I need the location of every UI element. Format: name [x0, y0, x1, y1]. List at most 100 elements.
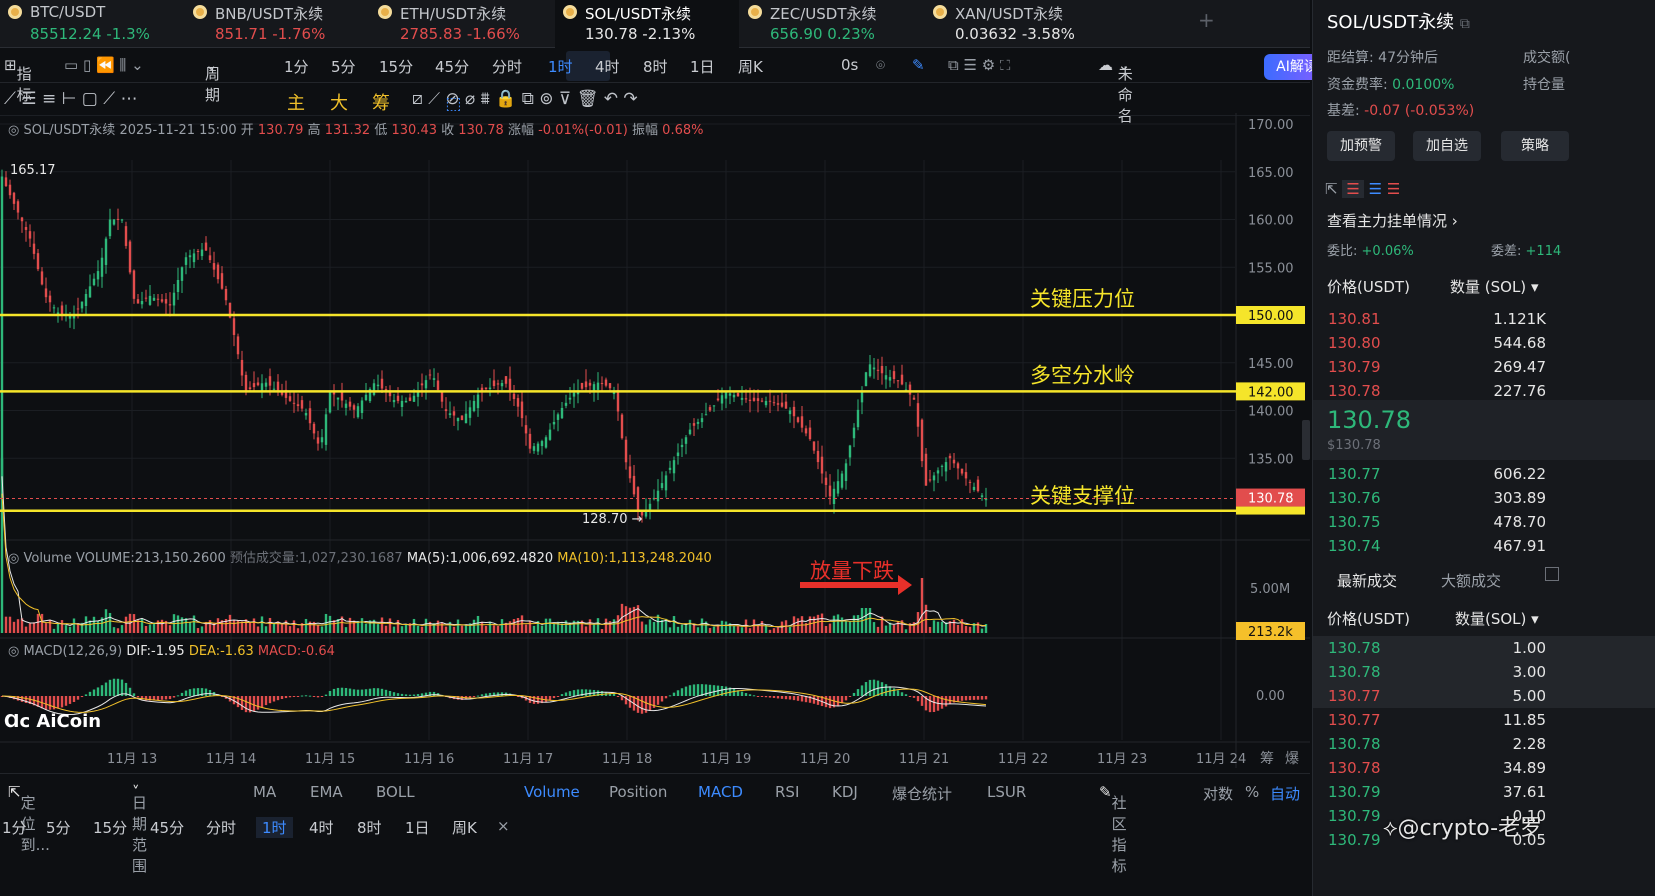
ind-liquidation[interactable]: 爆仓统计: [892, 783, 952, 804]
ind-macd[interactable]: MACD: [698, 783, 743, 801]
indicator-button[interactable]: ⊞ 指标: [4, 56, 32, 104]
ind-volume[interactable]: Volume: [524, 783, 580, 801]
ask-row[interactable]: 130.79 269.47: [1313, 355, 1655, 379]
ind-ma[interactable]: MA: [253, 783, 276, 801]
tab-latest-trades[interactable]: 最新成交: [1337, 570, 1397, 591]
ind-position[interactable]: Position: [609, 783, 667, 801]
interval-week[interactable]: 周K: [738, 56, 763, 77]
scroll-handle[interactable]: [1302, 420, 1310, 460]
bint-1h[interactable]: 1时: [256, 817, 293, 838]
add-tab-button[interactable]: +: [1198, 8, 1215, 32]
candle-body: [176, 279, 180, 293]
price-tick: 155.00: [1248, 261, 1294, 276]
chips-tool[interactable]: 筹: [372, 89, 390, 115]
period-dropdown[interactable]: 周期 ⌄: [205, 56, 220, 104]
ind-boll[interactable]: BOLL: [376, 783, 415, 801]
log-toggle[interactable]: 对数: [1203, 783, 1233, 804]
depth-view-icons[interactable]: ⇱ ☰ ☰ ☰: [1325, 180, 1400, 198]
tab-zec[interactable]: ZEC/USDT永续 656.90 0.23%: [740, 0, 924, 48]
pct-toggle[interactable]: %: [1245, 783, 1259, 801]
community-indicator[interactable]: ✎ 社区指标: [1099, 783, 1127, 875]
bint-timeline[interactable]: 分时: [206, 817, 236, 838]
depth-link[interactable]: 查看主力挂单情况 ›: [1327, 210, 1458, 231]
bint-8h[interactable]: 8时: [357, 817, 382, 838]
macd-histogram-bar: [668, 695, 672, 697]
bid-row[interactable]: 130.77 606.22: [1313, 462, 1655, 486]
bint-1m[interactable]: 1分: [2, 817, 27, 838]
price: 130.79: [1328, 831, 1381, 849]
auto-toggle[interactable]: 自动: [1270, 783, 1300, 804]
ind-lsur[interactable]: LSUR: [987, 783, 1026, 801]
panel-title: SOL/USDT永续 ⧉: [1327, 12, 1470, 33]
bid-row[interactable]: 130.74 467.91: [1313, 534, 1655, 558]
interval-timeline[interactable]: 分时: [492, 56, 522, 77]
tab-xan[interactable]: XAN/USDT永续 0.03632 -3.58%: [925, 0, 1109, 48]
trade-col-qty[interactable]: 数量(SOL) ▾: [1455, 608, 1539, 629]
layout-icon[interactable]: ▭ ▯ ⏪ ⫼ ⌄: [64, 56, 144, 74]
ind-ema[interactable]: EMA: [310, 783, 343, 801]
big-tool[interactable]: 大: [330, 89, 348, 115]
volume-bar: [756, 625, 760, 633]
trade-row[interactable]: 130.78 2.28: [1313, 732, 1655, 756]
trade-checkbox[interactable]: [1545, 567, 1559, 581]
interval-8h[interactable]: 8时: [643, 56, 668, 77]
volume-bar: [320, 626, 324, 633]
locate-button[interactable]: ⇱ 定位到...: [8, 783, 50, 854]
trade-row[interactable]: 130.78 3.00: [1313, 660, 1655, 684]
trade-row[interactable]: 130.79 37.61: [1313, 780, 1655, 804]
strategy-button[interactable]: 策略: [1501, 131, 1569, 161]
main-tool[interactable]: 主: [287, 89, 305, 115]
trade-row[interactable]: 130.79 0.10: [1313, 804, 1655, 828]
bint-1d[interactable]: 1日: [405, 817, 430, 838]
macd-histogram-bar: [352, 689, 356, 696]
candle-body: [468, 407, 472, 418]
trade-row[interactable]: 130.77 5.00: [1313, 684, 1655, 708]
ind-kdj[interactable]: KDJ: [832, 783, 858, 801]
tab-sol[interactable]: SOL/USDT永续 130.78 -2.13%: [555, 0, 739, 48]
col-qty[interactable]: 数量 (SOL) ▾: [1450, 276, 1538, 297]
interval-4h[interactable]: 4时: [595, 56, 620, 77]
bint-week[interactable]: 周K: [452, 817, 477, 838]
watchlist-button[interactable]: 加自选: [1413, 131, 1481, 161]
trade-row[interactable]: 130.78 34.89: [1313, 756, 1655, 780]
volume-bar: [380, 617, 384, 633]
tool-icons[interactable]: ⧄ ⟋ ⬚ ⊘ ⌀ ⩩ 🔒 ⧉ ⊚ ⊽ 🗑 ↶ ↷: [412, 89, 638, 114]
candle-body: [568, 397, 572, 400]
interval-45m[interactable]: 45分: [435, 56, 469, 77]
kline-chart[interactable]: 关键压力位多空分水岭关键支撑位 165.17 128.70 → 放量下跌 Ɑc AiCo…: [0, 113, 1310, 768]
layout-name[interactable]: ☁ 未命名 ⌄: [1098, 56, 1133, 125]
ask-row[interactable]: 130.78 227.76: [1313, 379, 1655, 403]
tab-big-trades[interactable]: 大额成交: [1441, 570, 1501, 591]
interval-1h[interactable]: 1时: [548, 56, 573, 77]
bid-row[interactable]: 130.76 303.89: [1313, 486, 1655, 510]
tab-btc[interactable]: BTC/USDT 85512.24 -1.3%: [0, 0, 184, 48]
interval-15m[interactable]: 15分: [379, 56, 413, 77]
ind-rsi[interactable]: RSI: [775, 783, 799, 801]
tab-eth[interactable]: ETH/USDT永续 2785.83 -1.66%: [370, 0, 554, 48]
candle-body: [304, 413, 308, 416]
drawing-icons[interactable]: ⟋ ☰ ≡ ⊢ ▢ ⟋ ⋯: [4, 89, 138, 109]
trade-row[interactable]: 130.77 11.85: [1313, 708, 1655, 732]
tab-bnb[interactable]: BNB/USDT永续 851.71 -1.76%: [185, 0, 369, 48]
pen-icon[interactable]: ✎: [912, 56, 925, 74]
bint-4h[interactable]: 4时: [309, 817, 334, 838]
date-range-button[interactable]: 日期范围 ˅: [132, 783, 147, 875]
settings-icons[interactable]: ⧉ ☰ ⚙ ⛶: [948, 56, 1010, 74]
alert-button[interactable]: 加预警: [1327, 131, 1395, 161]
ask-row[interactable]: 130.81 1.121K: [1313, 307, 1655, 331]
bint-15m[interactable]: 15分: [93, 817, 127, 838]
bid-row[interactable]: 130.75 478.70: [1313, 510, 1655, 534]
close-icon[interactable]: ×: [497, 817, 510, 835]
trade-row[interactable]: 130.78 1.00: [1313, 636, 1655, 660]
interval-1m[interactable]: 1分: [284, 56, 309, 77]
quantity: 227.76: [1493, 382, 1547, 400]
camera-icon[interactable]: ⌾: [876, 56, 885, 74]
bint-45m[interactable]: 45分: [150, 817, 184, 838]
candle-body: [232, 318, 236, 335]
interval-1d[interactable]: 1日: [690, 56, 715, 77]
bint-5m[interactable]: 5分: [46, 817, 71, 838]
trade-row[interactable]: 130.79 0.05: [1313, 828, 1655, 852]
ask-row[interactable]: 130.80 544.68: [1313, 331, 1655, 355]
interval-5m[interactable]: 5分: [331, 56, 356, 77]
macd-histogram-bar: [280, 696, 284, 700]
